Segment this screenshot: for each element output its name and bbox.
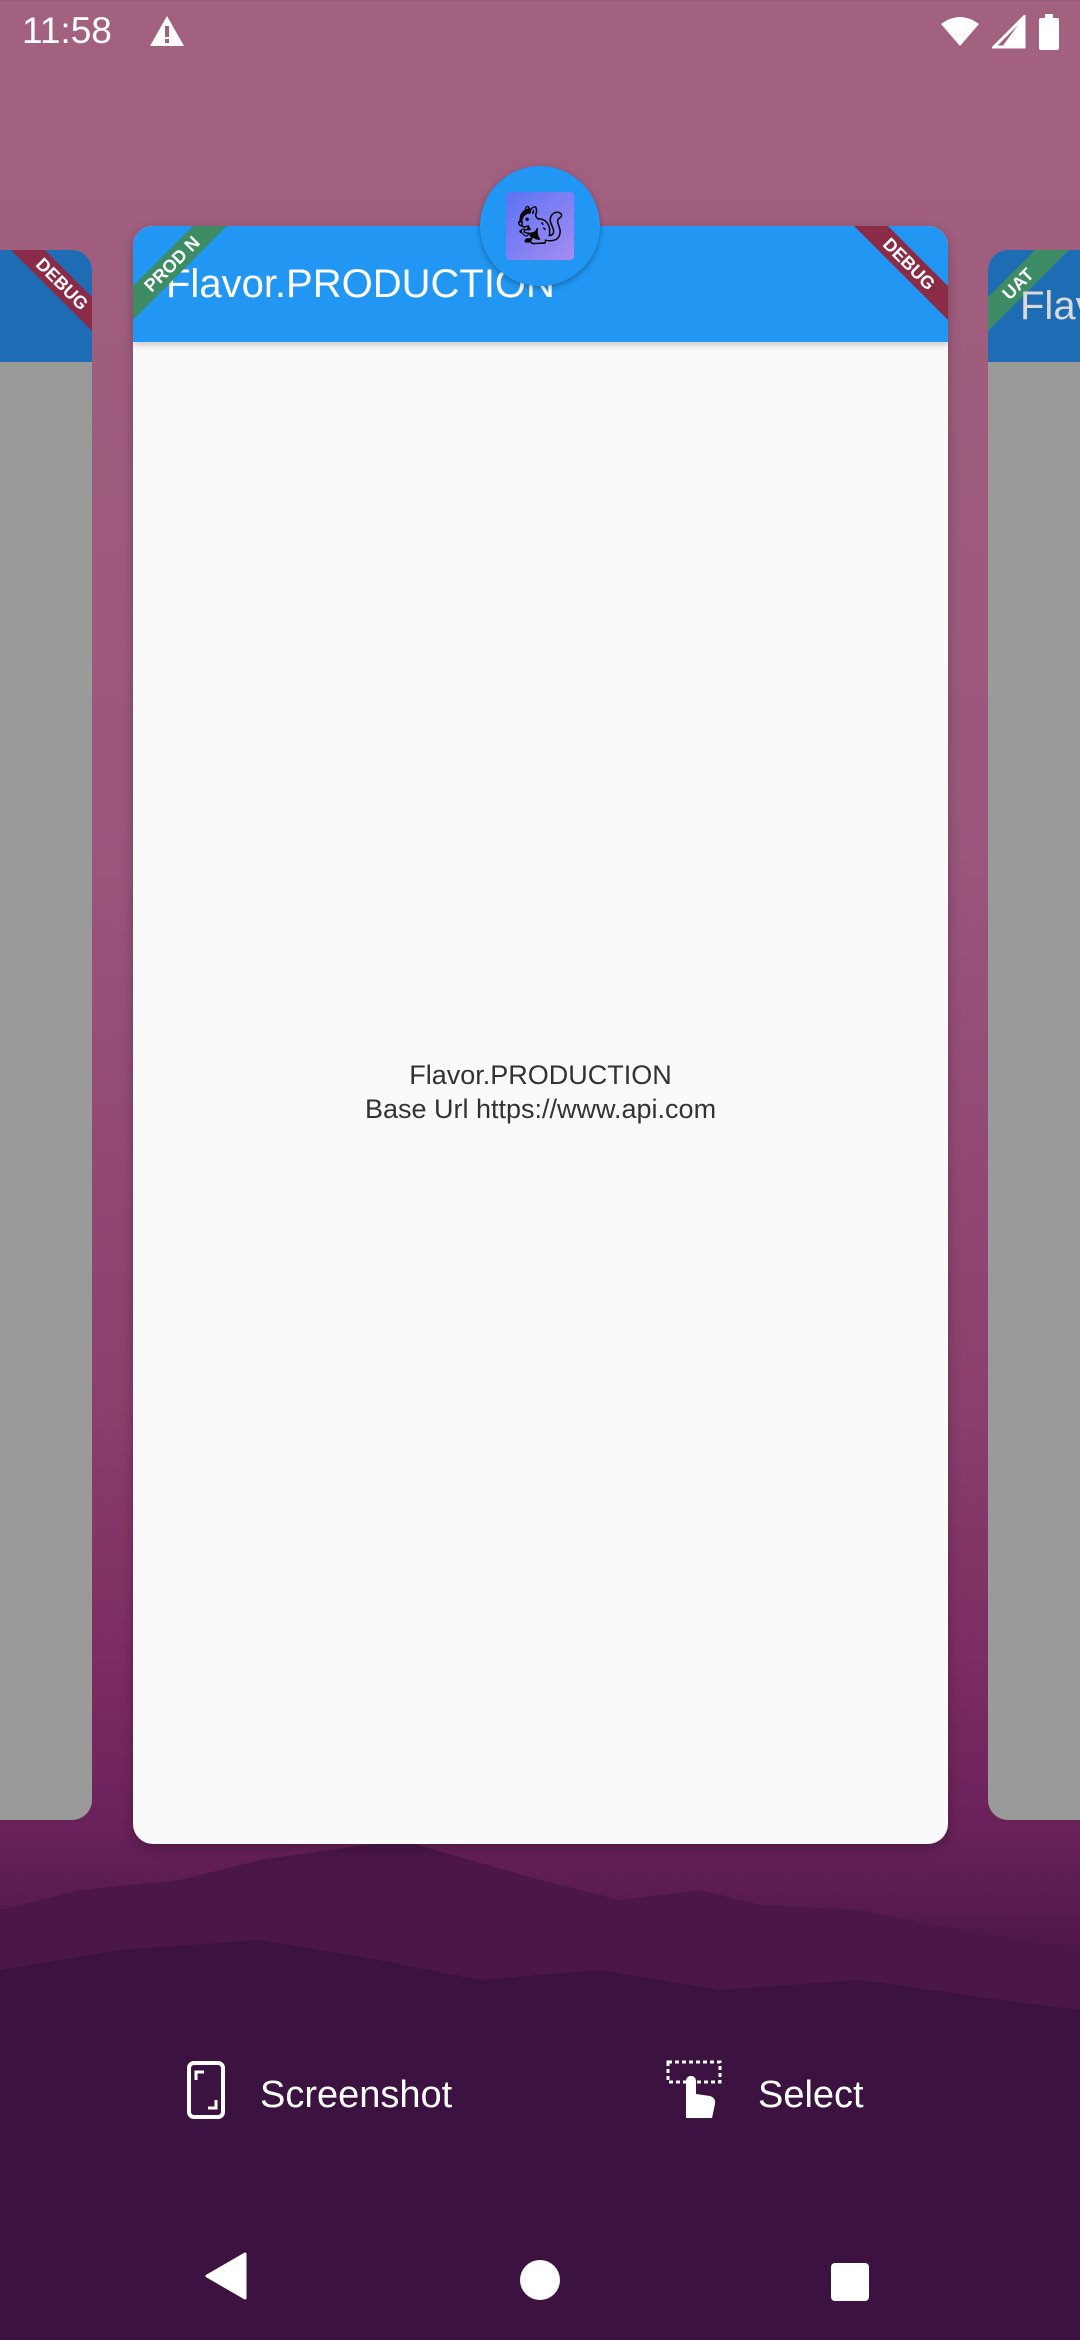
status-time: 11:58 (22, 10, 112, 51)
screenshot-button[interactable]: Screenshot (186, 2060, 452, 2130)
app-icon-button[interactable]: 🐿 (480, 166, 600, 286)
status-bar: 11:58 (0, 0, 1080, 66)
recent-app-card-left[interactable]: DEBUG (0, 250, 92, 1820)
base-url-label: Base Url https://www.api.com (364, 1094, 717, 1124)
back-icon[interactable] (205, 2252, 247, 2305)
select-hand-icon (666, 2060, 724, 2130)
phone-screenshot-icon (186, 2060, 226, 2130)
wifi-icon (940, 16, 980, 53)
squirrel-icon: 🐿 (506, 192, 574, 260)
warning-icon (148, 14, 186, 53)
cell-signal-icon (990, 13, 1026, 54)
recent-app-card-right[interactable]: UAT Flav (988, 250, 1080, 1820)
battery-icon (1038, 14, 1060, 55)
navigation-bar (0, 2220, 1080, 2340)
recents-icon[interactable] (831, 2263, 869, 2301)
app-bar-title: Flavor.PRODUCTION (166, 262, 555, 306)
home-icon[interactable] (520, 2260, 560, 2300)
right-card-title: Flav (1020, 284, 1080, 328)
recent-app-card-main[interactable]: Flavor.PRODUCTION PROD N DEBUG Flavor.PR… (133, 226, 948, 1844)
select-label: Select (758, 2073, 864, 2116)
select-button[interactable]: Select (666, 2060, 864, 2130)
flavor-label: Flavor.PRODUCTION (409, 1060, 672, 1090)
screenshot-label: Screenshot (260, 2073, 453, 2116)
flavor-info: Flavor.PRODUCTION Base Url https://www.a… (133, 1058, 948, 1126)
